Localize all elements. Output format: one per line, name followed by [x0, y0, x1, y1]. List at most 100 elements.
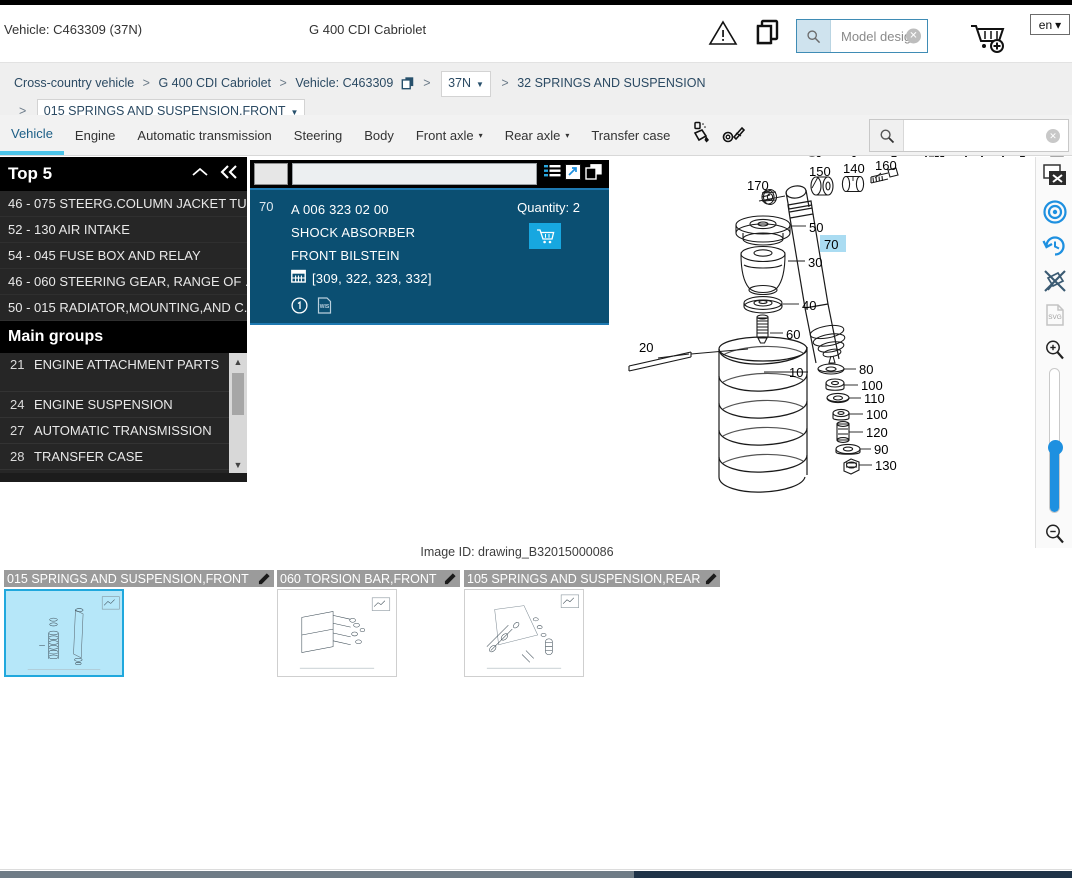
part-result-panel: 70 A 006 323 02 00 SHOCK ABSORBER FRONT … [250, 160, 609, 325]
callout-40: 40 [802, 298, 816, 313]
scrollbar-thumb[interactable] [232, 373, 244, 415]
triangle-down-icon[interactable]: ▼ [229, 456, 247, 473]
tab-engine[interactable]: Engine [64, 115, 126, 155]
thumbnail-title-bar: 015 SPRINGS AND SUSPENSION,FRONT [4, 570, 274, 587]
breadcrumb-dropdown-37n[interactable]: 37N ▼ [441, 71, 491, 97]
image-id-label: Image ID: drawing_B32015000086 [420, 545, 614, 559]
horizontal-scrollbar-right[interactable] [634, 871, 1072, 878]
top5-item-2[interactable]: 54 - 045 FUSE BOX AND RELAY [0, 243, 247, 269]
breadcrumb-separator: > [142, 76, 150, 90]
breadcrumb-item-4[interactable]: 32 SPRINGS AND SUSPENSION [517, 76, 705, 90]
expand-icon[interactable] [565, 163, 581, 185]
tab-steering[interactable]: Steering [283, 115, 353, 155]
thumbnail-015-springs-and-suspension-front[interactable]: 015 SPRINGS AND SUSPENSION,FRONT [4, 570, 274, 677]
tab-label: Automatic transmission [137, 127, 272, 143]
close-window-icon[interactable] [1036, 159, 1072, 193]
zoom-in-icon[interactable] [1036, 333, 1072, 367]
double-chevron-left-icon[interactable] [219, 164, 239, 185]
copy-vehicle-button[interactable] [750, 13, 784, 51]
tab-vehicle[interactable]: Vehicle [0, 115, 64, 155]
main-group-row-28[interactable]: 28 TRANSFER CASE [0, 444, 229, 470]
breadcrumb-item-0[interactable]: Cross-country vehicle [14, 76, 134, 90]
thumbnail-105-springs-and-suspension-rear[interactable]: 105 SPRINGS AND SUSPENSION,REAR [464, 570, 720, 677]
callout-110: 110 [864, 391, 885, 406]
viewer-toolbar: SVG [1035, 157, 1072, 548]
edit-icon[interactable] [258, 572, 271, 585]
model-design-search[interactable]: Model design ✕ [796, 19, 928, 53]
search-icon [797, 20, 831, 52]
parts-search[interactable]: ✕ [869, 119, 1069, 152]
clear-icon[interactable]: ✕ [906, 28, 921, 44]
top5-actions [191, 164, 239, 185]
callout-60: 60 [786, 327, 800, 342]
add-to-cart-button[interactable] [529, 223, 561, 249]
parts-search-input[interactable]: ✕ [904, 120, 1068, 151]
breadcrumb-item-2[interactable]: Vehicle: C463309 [295, 76, 393, 90]
warning-triangle-icon[interactable] [708, 19, 738, 47]
tab-body[interactable]: Body [353, 115, 405, 155]
tab-rear-axle[interactable]: Rear axle ▾ [494, 115, 581, 155]
top5-item-3[interactable]: 46 - 060 STEERING GEAR, RANGE OF ... [0, 269, 247, 295]
suspension-drawing[interactable]: 170 150 140 160 50 30 40 60 20 10 70 80 … [613, 157, 1034, 547]
main-group-row-27[interactable]: 27 AUTOMATIC TRANSMISSION [0, 418, 229, 444]
zoom-slider[interactable] [1048, 368, 1063, 513]
main-group-row-21[interactable]: 21 ENGINE ATTACHMENT PARTS [0, 353, 229, 392]
tab-front-axle[interactable]: Front axle ▾ [405, 115, 494, 155]
target-center-icon[interactable] [1036, 195, 1072, 229]
part-position-number: 70 [259, 199, 274, 214]
history-undo-icon[interactable] [1036, 229, 1072, 263]
edit-icon[interactable] [705, 572, 718, 585]
paint-bucket-icon[interactable] [691, 121, 713, 150]
svg-export-icon[interactable]: SVG [1036, 298, 1072, 332]
parts-drawing-viewer[interactable]: 170 150 140 160 50 30 40 60 20 10 70 80 … [613, 157, 1034, 547]
thumbnail-image[interactable] [277, 589, 397, 677]
unpin-icon[interactable] [1036, 264, 1072, 298]
thumbnail-title-bar: 060 TORSION BAR,FRONT [277, 570, 460, 587]
part-detail-card[interactable]: 70 A 006 323 02 00 SHOCK ABSORBER FRONT … [250, 188, 609, 325]
svg-text:WIS: WIS [320, 304, 330, 310]
header-model-label: G 400 CDI Cabriolet [309, 22, 427, 37]
breadcrumb-separator: > [279, 76, 287, 90]
top5-item-1[interactable]: 52 - 130 AIR INTAKE [0, 217, 247, 243]
tab-label: Rear axle [504, 127, 561, 143]
chevron-down-icon: ▾ [1055, 17, 1062, 32]
top5-item-4[interactable]: 50 - 015 RADIATOR,MOUNTING,AND C... [0, 295, 247, 321]
main-groups-panel: 21 ENGINE ATTACHMENT PARTS 24 ENGINE SUS… [0, 353, 247, 473]
main-groups-scrollbar[interactable]: ▲ ▼ [229, 353, 247, 473]
tab-automatic-transmission[interactable]: Automatic transmission [126, 115, 282, 155]
top5-item-0[interactable]: 46 - 075 STEERG.COLUMN JACKET TU... [0, 191, 247, 217]
thumbnail-title: 105 SPRINGS AND SUSPENSION,REAR [467, 571, 701, 586]
info-circle-one-icon[interactable] [291, 297, 308, 319]
main-group-label: ENGINE ATTACHMENT PARTS [34, 357, 220, 372]
copy-icon[interactable] [585, 163, 602, 185]
main-group-row-24[interactable]: 24 ENGINE SUSPENSION [0, 392, 229, 418]
horizontal-scrollbar-left[interactable] [0, 871, 634, 878]
part-detail-text: FRONT BILSTEIN [291, 248, 400, 263]
tab-label: Engine [74, 127, 116, 143]
thumbnail-060-torsion-bar-front[interactable]: 060 TORSION BAR,FRONT [277, 570, 460, 677]
cart-add-icon[interactable] [968, 21, 1010, 53]
part-filter-input[interactable] [292, 163, 537, 185]
bolt-screw-icon[interactable] [722, 121, 746, 150]
wis-document-icon[interactable]: WIS [317, 297, 332, 319]
app-header: Vehicle: C463309 (37N) G 400 CDI Cabriol… [0, 5, 1072, 57]
chevron-up-icon[interactable] [191, 164, 209, 184]
select-all-checkbox[interactable] [254, 163, 288, 185]
main-group-label: TRANSFER CASE [34, 449, 144, 464]
part-panel-toolbar [250, 160, 609, 188]
zoom-slider-handle[interactable] [1048, 440, 1063, 455]
edit-icon[interactable] [444, 572, 457, 585]
tab-transfer-case[interactable]: Transfer case [580, 115, 681, 155]
triangle-up-icon[interactable]: ▲ [229, 353, 247, 370]
list-view-icon[interactable] [544, 164, 561, 185]
thumbnail-image[interactable] [4, 589, 124, 677]
zoom-out-icon[interactable] [1036, 517, 1072, 551]
callout-170: 170 [747, 178, 769, 193]
breadcrumb-item-1[interactable]: G 400 CDI Cabriolet [158, 76, 271, 90]
breadcrumb-separator: > [501, 76, 509, 90]
main-group-number: 28 [10, 449, 25, 464]
language-selector[interactable]: en ▾ [1030, 14, 1070, 35]
thumbnail-image[interactable] [464, 589, 584, 677]
breadcrumb-copy-icon[interactable] [401, 76, 415, 97]
clear-icon[interactable]: ✕ [1046, 128, 1060, 143]
